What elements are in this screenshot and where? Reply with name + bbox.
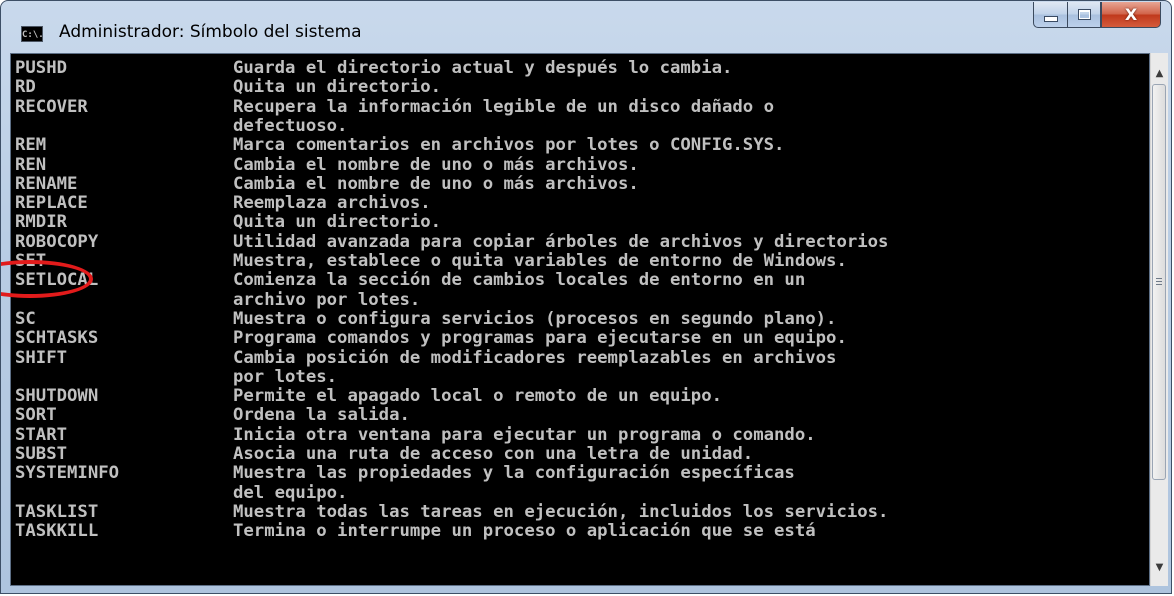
command-name: SHUTDOWN <box>15 386 99 407</box>
scroll-down-arrow-icon[interactable]: ▼ <box>1151 559 1168 576</box>
title-bar[interactable]: C:\. Administrador: Símbolo del sistema … <box>1 1 1171 53</box>
window-title: Administrador: Símbolo del sistema <box>59 22 362 42</box>
command-description: Asocia una ruta de acceso con una letra … <box>233 444 754 464</box>
command-description: Permite el apagado local o remoto de un … <box>233 386 722 407</box>
command-description: Programa comandos y programas para ejecu… <box>233 328 847 349</box>
command-name: REM <box>15 135 47 156</box>
command-name: TASKLIST <box>15 501 99 522</box>
thumb-grip-line <box>1156 281 1162 282</box>
vertical-scrollbar[interactable]: ▲ ▼ <box>1150 53 1168 586</box>
command-description: Ordena la salida. <box>233 405 410 426</box>
command-description: Muestra o configura servicios (procesos … <box>233 308 837 329</box>
scrollbar-thumb[interactable] <box>1152 84 1166 480</box>
thumb-grip-line <box>1156 278 1162 279</box>
command-description: Quita un directorio. <box>233 77 442 98</box>
command-name: REPLACE <box>15 193 88 214</box>
console-output[interactable]: PUSHD Guarda el directorio actual y despu… <box>10 53 1150 586</box>
command-description: Marca comentarios en archivos por lotes … <box>233 135 785 156</box>
command-description: Guarda el directorio actual y después lo… <box>233 58 733 78</box>
command-name: RENAME <box>15 173 78 194</box>
command-name: SORT <box>15 405 57 426</box>
command-description: Quita un directorio. <box>233 212 442 233</box>
command-description: Muestra, establece o quita variables de … <box>233 251 847 271</box>
thumb-grip-line <box>1156 284 1162 285</box>
command-description: Inicia otra ventana para ejecutar un pro… <box>233 424 816 445</box>
command-name: RMDIR <box>15 212 68 233</box>
command-description: Utilidad avanzada para copiar árboles de… <box>233 231 889 252</box>
close-icon: X <box>1124 5 1138 24</box>
command-description: Recupera la información legible de un di… <box>233 96 775 117</box>
scroll-up-arrow-icon[interactable]: ▲ <box>1151 65 1168 82</box>
command-description: Cambia posición de modificadores reempla… <box>233 347 837 368</box>
command-name: SC <box>15 308 36 329</box>
command-description: Reemplaza archivos. <box>233 193 431 214</box>
command-name: SETLOCAL <box>15 270 99 291</box>
command-description: Cambia el nombre de uno o más archivos. <box>233 154 639 175</box>
minimize-button[interactable] <box>1033 2 1067 28</box>
command-name: RD <box>15 77 36 98</box>
command-name: SYSTEMINFO <box>15 463 120 484</box>
command-description: por lotes. <box>233 366 338 387</box>
caption-buttons: X <box>1033 2 1161 28</box>
command-name: ROBOCOPY <box>15 231 99 252</box>
command-name: PUSHD <box>15 58 68 78</box>
command-description: Comienza la sección de cambios locales d… <box>233 270 806 291</box>
command-description: Muestra todas las tareas en ejecución, i… <box>233 501 889 522</box>
command-name: TASKKILL <box>15 521 99 542</box>
command-description: archivo por lotes. <box>233 289 421 310</box>
command-description: del equipo. <box>233 482 348 503</box>
command-name: SCHTASKS <box>15 328 99 349</box>
cmd-app-icon[interactable]: C:\. <box>21 26 44 42</box>
minimize-icon <box>1043 15 1058 22</box>
command-name: SET <box>15 251 47 271</box>
maximize-icon <box>1077 9 1091 20</box>
command-name: RECOVER <box>15 96 88 117</box>
command-name: SHIFT <box>15 347 68 368</box>
command-description: Termina o interrumpe un proceso o aplica… <box>233 521 816 542</box>
command-description: Muestra las propiedades y la configuraci… <box>233 463 795 484</box>
maximize-button[interactable] <box>1067 2 1101 28</box>
command-description: defectuoso. <box>233 115 348 136</box>
command-name: REN <box>15 154 47 175</box>
close-button[interactable]: X <box>1101 2 1161 28</box>
command-name: START <box>15 424 68 445</box>
command-name: SUBST <box>15 444 68 464</box>
command-prompt-window: C:\. Administrador: Símbolo del sistema … <box>0 0 1172 594</box>
command-description: Cambia el nombre de uno o más archivos. <box>233 173 639 194</box>
